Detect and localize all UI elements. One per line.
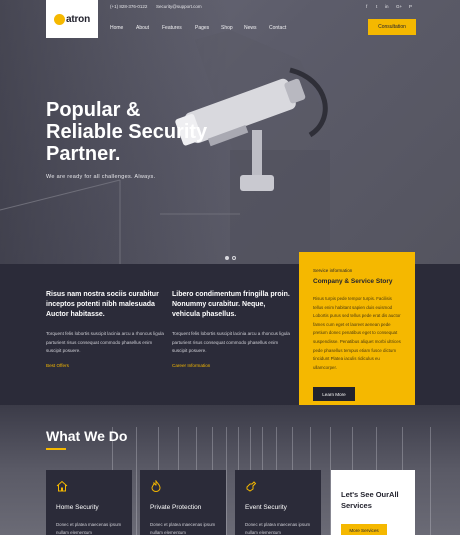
flame-icon	[151, 480, 161, 492]
hero-title-line: Partner.	[46, 143, 121, 165]
hero-title: Popular & Reliable Security Partner.	[46, 99, 216, 165]
hero-section: atron (+1) 828-376-0122 Security@support…	[0, 0, 460, 264]
service-card-event-security[interactable]: Event Security Donec et platea maecenas …	[235, 470, 321, 535]
pinterest-icon[interactable]: P	[409, 4, 412, 9]
story-body: Risus turpis pede tempor turpis. Facilis…	[313, 296, 401, 370]
best-offers-link[interactable]: Best Offers	[46, 363, 69, 368]
nav-features[interactable]: Features	[162, 25, 182, 31]
title-underline	[46, 448, 66, 450]
card-text: Donec et platea maecenas ipsum nullam el…	[150, 522, 216, 535]
card-title: Event Security	[245, 504, 287, 511]
logo-text: atron	[65, 13, 90, 25]
card-title: Home Security	[56, 504, 99, 511]
hero-title-line: Popular &	[46, 99, 141, 121]
nav-contact[interactable]: Contact	[269, 25, 286, 31]
see-all-title: Let's See OurAll Services	[341, 490, 399, 510]
story-title: Company & Service Story	[313, 278, 393, 285]
card-title: Private Protection	[150, 504, 202, 511]
career-information-link[interactable]: Career Information	[172, 363, 210, 368]
hero-subtitle: We are ready for all challenges. Always.	[46, 174, 156, 180]
card-text: Donec et platea maecenas ipsum nullam el…	[245, 522, 311, 535]
phone-number[interactable]: (+1) 828-376-0122	[110, 4, 147, 9]
nav-home[interactable]: Home	[110, 25, 123, 31]
see-all-services-card: Let's See OurAll Services More Services	[331, 470, 415, 535]
column-text: Torquent felis lobortis suscipit lacinia…	[46, 331, 164, 353]
home-icon	[56, 480, 68, 492]
story-kicker: Service information	[313, 268, 353, 273]
what-we-do-title: What We Do	[46, 428, 128, 450]
nav-pages[interactable]: Pages	[195, 25, 209, 31]
twitter-icon[interactable]: t	[376, 4, 377, 9]
google-plus-icon[interactable]: G+	[396, 4, 402, 9]
logo[interactable]: atron	[46, 0, 98, 38]
slider-dot-active[interactable]	[225, 256, 229, 260]
company-story-card: Service information Company & Service St…	[299, 252, 415, 409]
learn-more-button[interactable]: Learn More	[313, 387, 355, 401]
support-email[interactable]: Security@support.com	[156, 4, 202, 9]
section-title-text: What We Do	[46, 428, 128, 444]
column-heading: Libero condimentum fringilla proin. Nonu…	[172, 291, 290, 318]
hand-icon	[246, 481, 257, 492]
nav-shop[interactable]: Shop	[221, 25, 233, 31]
card-text: Donec et platea maecenas ipsum nullam el…	[56, 522, 122, 535]
facebook-icon[interactable]: f	[366, 4, 367, 9]
column-heading: Risus nam nostra sociis curabitur incept…	[46, 291, 159, 318]
column-text: Torquent felis lobortis suscipit lacinia…	[172, 331, 290, 353]
nav-about[interactable]: About	[136, 25, 149, 31]
consultation-button[interactable]: Consultation	[368, 19, 416, 35]
service-card-home-security[interactable]: Home Security Donec et platea maecenas i…	[46, 470, 132, 535]
linkedin-icon[interactable]: in	[385, 4, 389, 9]
more-services-button[interactable]: More Services	[341, 524, 387, 535]
slider-dot[interactable]	[232, 256, 236, 260]
service-card-private-protection[interactable]: Private Protection Donec et platea maece…	[140, 470, 226, 535]
hero-title-line: Reliable Security	[46, 121, 208, 143]
logo-mark-icon	[53, 13, 65, 25]
nav-news[interactable]: News	[244, 25, 257, 31]
